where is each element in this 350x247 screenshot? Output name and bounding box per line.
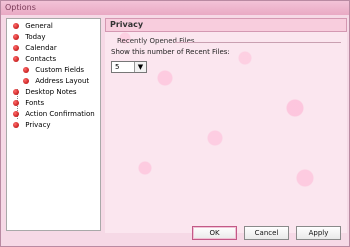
cancel-button[interactable]: Cancel: [244, 226, 289, 240]
tree-item-label: Address Layout: [35, 77, 90, 85]
red-bullet-icon: [13, 34, 19, 40]
tree-item-general[interactable]: General: [13, 21, 53, 31]
tree-item-label: General: [25, 22, 53, 30]
options-tree[interactable]: General Today Calendar Contacts Custom F…: [6, 18, 101, 231]
privacy-panel: Privacy Recently Opened Files Show this …: [105, 18, 347, 233]
title-bar: Options: [1, 1, 349, 15]
tree-item-label: Custom Fields: [35, 66, 85, 74]
red-bullet-icon: [23, 78, 29, 84]
red-bullet-icon: [13, 111, 19, 117]
group-divider: [175, 42, 341, 43]
tree-item-calendar[interactable]: Calendar: [13, 43, 57, 53]
apply-button[interactable]: Apply: [296, 226, 341, 240]
ok-button[interactable]: OK: [192, 226, 237, 240]
red-bullet-icon: [13, 122, 19, 128]
tree-item-label: Contacts: [25, 55, 57, 63]
tree-item-label: Desktop Notes: [25, 88, 77, 96]
panel-title: Privacy: [105, 18, 347, 32]
red-bullet-icon: [23, 67, 29, 73]
window-title: Options: [5, 3, 36, 12]
tree-item-label: Calendar: [25, 44, 57, 52]
red-bullet-icon: [13, 45, 19, 51]
tree-item-privacy[interactable]: Privacy: [13, 120, 51, 130]
tree-item-label: Action Confirmation: [25, 110, 95, 118]
tree-item-label: Fonts: [25, 99, 45, 107]
tree-item-contacts[interactable]: Contacts: [13, 54, 56, 64]
tree-item-today[interactable]: Today: [13, 32, 45, 42]
tree-item-label: Privacy: [25, 121, 51, 129]
recent-files-count-select[interactable]: 5 ▼: [111, 61, 147, 73]
red-bullet-icon: [13, 89, 19, 95]
recent-files-count-value: 5: [115, 63, 120, 71]
recently-opened-files-group-title: Recently Opened Files: [117, 37, 195, 45]
chevron-down-icon[interactable]: ▼: [134, 62, 146, 72]
tree-item-custom-fields[interactable]: Custom Fields: [23, 65, 84, 75]
tree-item-address-layout[interactable]: Address Layout: [23, 76, 89, 86]
red-bullet-icon: [13, 23, 19, 29]
tree-item-fonts[interactable]: Fonts: [13, 98, 44, 108]
recent-files-label: Show this number of Recent Files:: [111, 48, 230, 56]
tree-item-label: Today: [25, 33, 46, 41]
options-window: Options General Today Calendar Contacts …: [0, 0, 350, 247]
tree-item-desktop-notes[interactable]: Desktop Notes: [13, 87, 77, 97]
tree-item-action-confirmation[interactable]: Action Confirmation: [13, 109, 95, 119]
red-bullet-icon: [13, 56, 19, 62]
red-bullet-icon: [13, 100, 19, 106]
